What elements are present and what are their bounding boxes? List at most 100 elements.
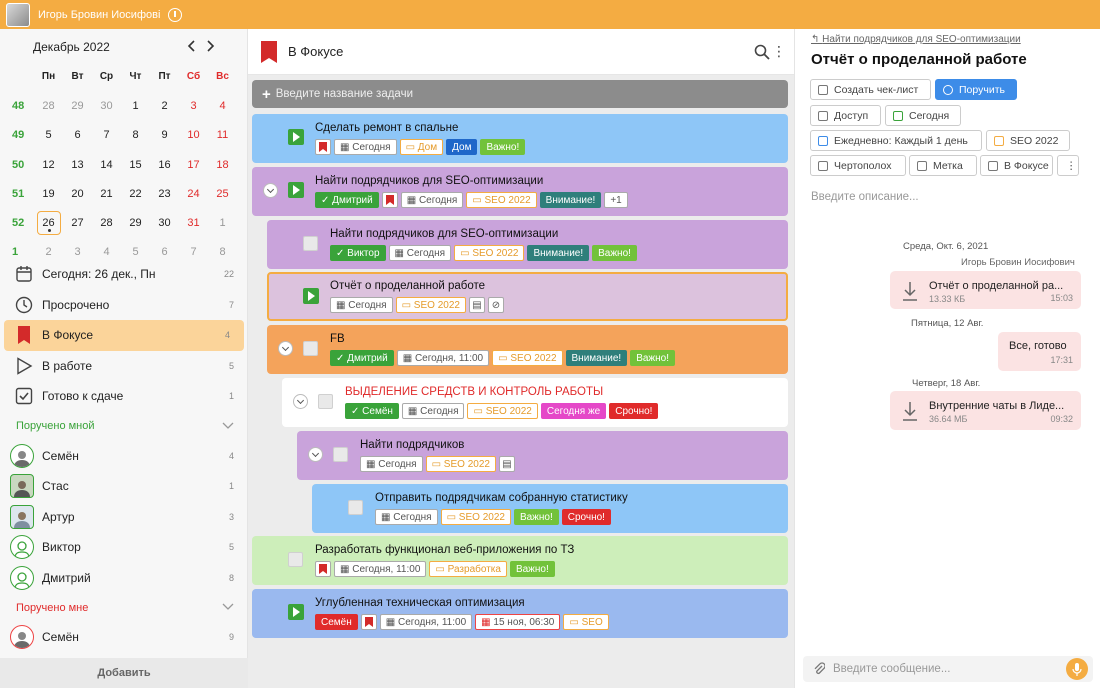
date-tag[interactable]: ▦ Сегодня, 11:00 (379, 614, 473, 630)
folder-tag[interactable]: ▭ SEO (563, 614, 609, 630)
group-assigned-to-me[interactable]: Поручено мне (0, 593, 248, 622)
add-button[interactable]: Добавить (0, 658, 248, 688)
user-avatar[interactable] (6, 2, 30, 27)
user-tag[interactable]: ✓ Дмитрий (330, 350, 394, 366)
important-tag[interactable]: Важно! (592, 245, 637, 261)
date-tag[interactable]: ▦ Сегодня, 11:00 (396, 350, 490, 366)
calendar-day[interactable]: 22 (121, 188, 150, 200)
calendar-day[interactable]: 1 (208, 217, 237, 229)
calendar-day[interactable]: 12 (34, 159, 63, 171)
search-icon[interactable] (754, 44, 770, 60)
calendar-day[interactable]: 4 (208, 100, 237, 112)
important-tag[interactable]: Важно! (509, 561, 555, 577)
folder-tag[interactable]: ▭ Дом (399, 139, 444, 155)
play-icon[interactable] (288, 604, 304, 620)
urgent-tag[interactable]: Срочно! (609, 403, 659, 419)
folder-tag[interactable]: ▭ SEO 2022 (425, 456, 496, 472)
calendar-day[interactable]: 4 (92, 246, 121, 258)
calendar-day[interactable]: 25 (208, 188, 237, 200)
access-button[interactable]: Доступ (810, 105, 881, 126)
task-row[interactable]: FB ✓ Дмитрий ▦ Сегодня, 11:00 ▭ SEO 2022… (267, 325, 788, 374)
calendar-day[interactable]: 8 (208, 246, 237, 258)
task-row[interactable]: ВЫДЕЛЕНИЕ СРЕДСТВ И КОНТРОЛЬ РАБОТЫ ✓ Се… (282, 378, 788, 427)
today-marker[interactable]: 26 (36, 211, 61, 236)
calendar-day[interactable]: 2 (150, 100, 179, 112)
calendar-day[interactable]: 29 (63, 100, 92, 112)
date-tag[interactable]: ▦ Сегодня (334, 139, 397, 155)
task-checkbox[interactable] (333, 447, 348, 462)
calendar-day[interactable]: 5 (121, 246, 150, 258)
date-tag[interactable]: ▦ Сегодня (400, 192, 464, 208)
folder-tag[interactable]: ▭ SEO 2022 (440, 509, 511, 525)
important-tag[interactable]: Важно! (513, 509, 559, 525)
calendar-day[interactable]: 14 (92, 159, 121, 171)
calendar-day[interactable]: 23 (150, 188, 179, 200)
folder-button[interactable]: SEO 2022 (986, 130, 1070, 151)
calendar-day[interactable]: 7 (179, 246, 208, 258)
folder-tag[interactable]: ▭ SEO 2022 (492, 350, 563, 366)
user-tag[interactable]: ✓ Семён (345, 403, 399, 419)
folder-tag[interactable]: ▭ SEO 2022 (395, 297, 466, 313)
file-message[interactable]: Отчёт о проделанной ра... 13.33 КБ 15:03 (890, 271, 1081, 309)
play-icon[interactable] (303, 288, 319, 304)
attention-tag[interactable]: Внимание! (539, 192, 602, 208)
focus-button[interactable]: В Фокусе (980, 155, 1053, 176)
repeat-button[interactable]: Ежедневно: Каждый 1 день (810, 130, 982, 151)
person-item[interactable]: Стас 1 (0, 471, 248, 502)
group-assigned-by-me[interactable]: Поручено мной (0, 412, 248, 441)
expand-icon[interactable] (293, 394, 308, 409)
calendar-day[interactable]: 31 (179, 217, 208, 229)
task-row[interactable]: Отправить подрядчикам собранную статисти… (312, 484, 788, 533)
date-tag[interactable]: ▦ Сегодня (330, 297, 393, 313)
calendar-day[interactable]: 27 (63, 217, 92, 229)
date-tag[interactable]: ▦ Сегодня (401, 403, 465, 419)
task-row[interactable]: Найти подрядчиков ▦ Сегодня ▭ SEO 2022 ▤ (297, 431, 788, 480)
calendar-day[interactable]: 6 (150, 246, 179, 258)
nav-focus[interactable]: В Фокусе 4 (4, 320, 244, 351)
user-tag[interactable]: ✓ Виктор (330, 245, 386, 261)
download-icon[interactable] (902, 281, 918, 301)
calendar-day[interactable]: 15 (121, 159, 150, 171)
deadline-tag[interactable]: ▦ 15 ноя, 06:30 (475, 614, 561, 630)
nav-overdue[interactable]: Просрочено 7 (0, 290, 248, 321)
folder-tag[interactable]: ▭ SEO 2022 (467, 403, 538, 419)
more-tags[interactable]: +1 (604, 192, 628, 208)
new-task-input[interactable]: + Введите название задачи (252, 80, 788, 108)
create-checklist-button[interactable]: Создать чек-лист (810, 79, 931, 100)
nav-ready[interactable]: Готово к сдаче 1 (0, 381, 248, 412)
description-input[interactable]: Введите описание... (811, 191, 919, 203)
detail-title[interactable]: Отчёт о проделанной работе (811, 51, 1027, 68)
nav-in-progress[interactable]: В работе 5 (0, 351, 248, 382)
task-checkbox[interactable] (303, 236, 318, 251)
task-checkbox[interactable] (303, 341, 318, 356)
calendar-day[interactable]: 18 (208, 159, 237, 171)
file-message[interactable]: Внутренние чаты в Лиде... 36.64 МБ 09:32 (890, 391, 1081, 430)
message-input[interactable]: Введите сообщение... (803, 656, 1093, 682)
more-options-button[interactable]: ⋮ (1057, 155, 1079, 176)
user-name[interactable]: Игорь Бровин Иосифовi (38, 9, 160, 21)
important-tag[interactable]: Важно! (630, 350, 675, 366)
date-tag[interactable]: ▦ Сегодня (375, 509, 438, 525)
task-row[interactable]: Сделать ремонт в спальне ▦ Сегодня ▭ Дом… (252, 114, 788, 163)
text-message[interactable]: Все, готово 17:31 (998, 332, 1081, 371)
task-checkbox[interactable] (288, 552, 303, 567)
folder-tag[interactable]: ▭ SEO 2022 (454, 245, 525, 261)
prev-month-icon[interactable] (186, 39, 198, 53)
calendar-day[interactable]: 2 (34, 246, 63, 258)
person-item[interactable]: Дмитрий 8 (0, 563, 248, 594)
label-tag[interactable]: Сегодня же (540, 403, 607, 419)
urgent-tag[interactable]: Срочно! (561, 509, 611, 525)
expand-icon[interactable] (308, 447, 323, 462)
assign-button[interactable]: Поручить (935, 79, 1017, 100)
user-tag[interactable]: ✓ Дмитрий (315, 192, 379, 208)
task-row[interactable]: Разработать функционал веб-приложения по… (252, 536, 788, 585)
calendar-day[interactable]: 17 (179, 159, 208, 171)
calendar-day[interactable]: 20 (63, 188, 92, 200)
play-icon[interactable] (288, 182, 304, 198)
date-tag[interactable]: ▦ Сегодня, 11:00 (334, 561, 427, 577)
microphone-icon[interactable] (1066, 658, 1088, 680)
calendar-day[interactable]: 6 (63, 129, 92, 141)
attention-tag[interactable]: Внимание! (565, 350, 628, 366)
task-row[interactable]: Найти подрядчиков для SEO-оптимизации ✓ … (252, 167, 788, 216)
person-item[interactable]: Виктор 5 (0, 532, 248, 563)
